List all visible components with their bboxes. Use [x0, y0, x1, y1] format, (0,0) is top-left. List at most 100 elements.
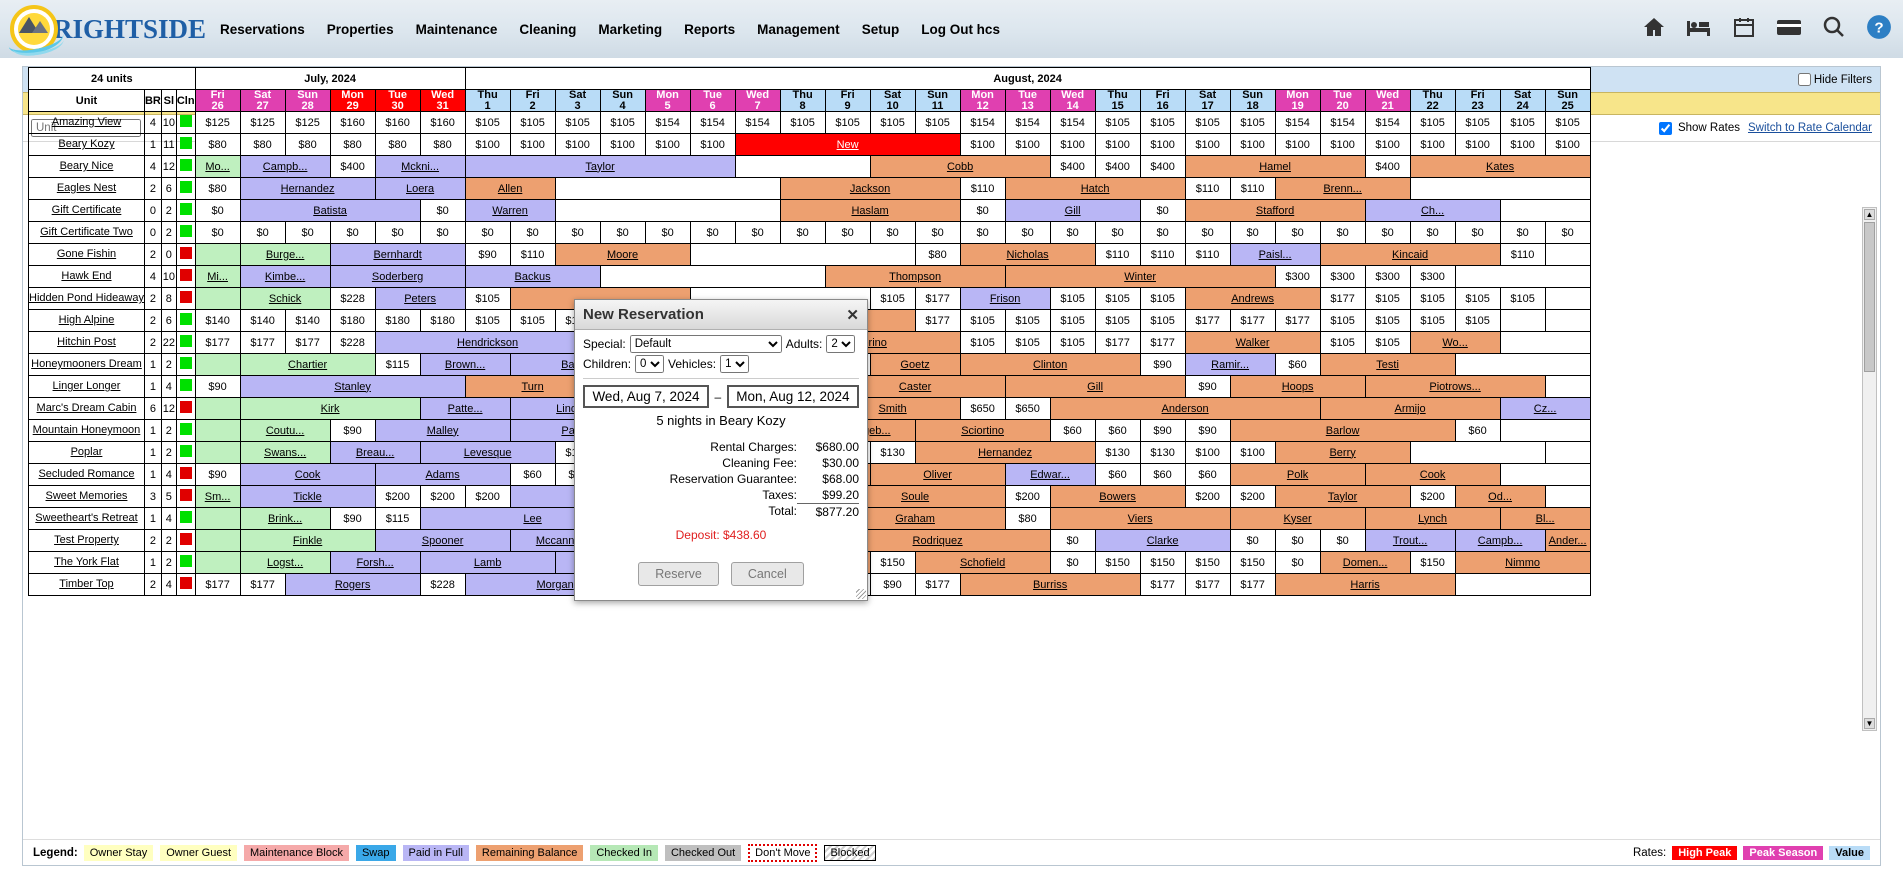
rate-cell[interactable]: $150: [1409, 551, 1456, 574]
rate-cell[interactable]: $0: [1274, 551, 1321, 574]
rate-cell[interactable]: $0: [1364, 221, 1411, 244]
unit-link[interactable]: The York Flat: [54, 556, 119, 568]
rate-cell[interactable]: $0: [779, 221, 826, 244]
rate-cell[interactable]: $0: [1049, 221, 1096, 244]
rate-cell[interactable]: $80: [419, 133, 466, 156]
day-header[interactable]: Wed 7: [734, 89, 781, 112]
rate-cell[interactable]: $0: [464, 221, 511, 244]
day-header[interactable]: Thu 22: [1409, 89, 1456, 112]
rate-cell[interactable]: $130: [1094, 441, 1141, 464]
rate-cell[interactable]: $0: [1319, 529, 1366, 552]
rate-cell[interactable]: $154: [644, 111, 691, 134]
rate-cell[interactable]: $0: [1454, 221, 1501, 244]
calendar-cell[interactable]: [1544, 441, 1591, 464]
rate-cell[interactable]: $130: [1139, 441, 1186, 464]
booking-block[interactable]: Cz...: [1499, 397, 1591, 420]
rate-cell[interactable]: $0: [599, 221, 646, 244]
calendar-cell[interactable]: [689, 243, 916, 266]
rate-cell[interactable]: $0: [419, 199, 466, 222]
day-header[interactable]: Thu 15: [1094, 89, 1141, 112]
rate-cell[interactable]: $300: [1409, 265, 1456, 288]
nav-item-setup[interactable]: Setup: [862, 22, 900, 37]
special-select[interactable]: Default: [629, 335, 782, 353]
rate-cell[interactable]: $154: [1364, 111, 1411, 134]
clean-cell[interactable]: [175, 463, 196, 486]
rate-cell[interactable]: $177: [239, 331, 286, 354]
calendar-cell[interactable]: [554, 199, 781, 222]
clean-cell[interactable]: [175, 529, 196, 552]
new-reservation-dialog[interactable]: New Reservation ✕ Special: Default Adult…: [574, 299, 868, 601]
rate-cell[interactable]: $90: [869, 573, 916, 596]
booking-block[interactable]: Spooner: [374, 529, 511, 552]
rate-cell[interactable]: $200: [1004, 485, 1051, 508]
rate-cell[interactable]: $0: [1094, 221, 1141, 244]
rate-cell[interactable]: $80: [194, 133, 241, 156]
clean-cell[interactable]: [175, 331, 196, 354]
rate-cell[interactable]: $105: [1049, 331, 1096, 354]
booking-block[interactable]: Breau...: [329, 441, 421, 464]
day-header[interactable]: Fri 9: [824, 89, 871, 112]
booking-block[interactable]: Gill: [1004, 375, 1186, 398]
booking-block[interactable]: Barlow: [1229, 419, 1456, 442]
rate-cell[interactable]: $105: [1319, 331, 1366, 354]
unit-link[interactable]: Hitchin Post: [57, 336, 116, 348]
rate-cell[interactable]: $228: [329, 331, 376, 354]
booking-block[interactable]: Paisl...: [1229, 243, 1321, 266]
rate-cell[interactable]: $90: [1184, 375, 1231, 398]
rate-cell[interactable]: $200: [1184, 485, 1231, 508]
unit-cell[interactable]: Secluded Romance: [28, 463, 145, 486]
booking-block[interactable]: Edwar...: [1004, 463, 1096, 486]
booking-block[interactable]: Clinton: [959, 353, 1141, 376]
clean-cell[interactable]: [175, 375, 196, 398]
unit-link[interactable]: Hawk End: [61, 270, 111, 282]
day-header[interactable]: Sat 3: [554, 89, 601, 112]
booking-block[interactable]: Trout...: [1364, 529, 1456, 552]
nav-item-marketing[interactable]: Marketing: [598, 22, 662, 37]
rate-cell[interactable]: $80: [374, 133, 421, 156]
rate-cell[interactable]: $100: [1139, 133, 1186, 156]
rate-cell[interactable]: $0: [329, 221, 376, 244]
rate-cell[interactable]: $177: [914, 287, 961, 310]
rate-cell[interactable]: $130: [869, 441, 916, 464]
calendar-scroll-area[interactable]: 24 units July, 2024 August, 2024 Unit BR Sl Cl…: [28, 67, 1875, 727]
unit-link[interactable]: Amazing View: [52, 116, 122, 128]
rate-cell[interactable]: $177: [194, 573, 241, 596]
booking-block[interactable]: Hamel: [1184, 155, 1366, 178]
rate-cell[interactable]: $110: [1499, 243, 1546, 266]
rate-cell[interactable]: $177: [1139, 573, 1186, 596]
booking-block[interactable]: Campb...: [1454, 529, 1546, 552]
booking-block[interactable]: Frison: [959, 287, 1051, 310]
day-header[interactable]: Fri 26: [194, 89, 241, 112]
rate-cell[interactable]: $115: [374, 507, 421, 530]
bed-icon[interactable]: [1685, 15, 1713, 39]
day-header[interactable]: Sun 28: [284, 89, 331, 112]
rate-cell[interactable]: $177: [1274, 309, 1321, 332]
calendar-cell[interactable]: [1499, 199, 1591, 222]
rate-cell[interactable]: $154: [689, 111, 736, 134]
rate-cell[interactable]: $100: [689, 133, 736, 156]
rate-cell[interactable]: $154: [1319, 111, 1366, 134]
rate-cell[interactable]: $90: [329, 419, 376, 442]
rate-cell[interactable]: $140: [239, 309, 286, 332]
unit-cell[interactable]: Beary Kozy: [28, 133, 145, 156]
calendar-cell[interactable]: [194, 243, 241, 266]
rate-cell[interactable]: $105: [1139, 111, 1186, 134]
rate-cell[interactable]: $100: [1004, 133, 1051, 156]
booking-block[interactable]: Hernandez: [914, 441, 1096, 464]
unit-link[interactable]: Gift Certificate: [52, 204, 122, 216]
booking-block[interactable]: Hendrickson: [374, 331, 601, 354]
day-header[interactable]: Sat 17: [1184, 89, 1231, 112]
unit-link[interactable]: Sweetheart's Retreat: [35, 512, 137, 524]
booking-block[interactable]: Bl...: [1499, 507, 1591, 530]
rate-cell[interactable]: $90: [464, 243, 511, 266]
rate-cell[interactable]: $0: [1409, 221, 1456, 244]
calendar-cell[interactable]: [1544, 243, 1591, 266]
rate-cell[interactable]: $90: [329, 507, 376, 530]
booking-block[interactable]: Rogers: [284, 573, 421, 596]
calendar-cell[interactable]: [194, 419, 241, 442]
calendar-cell[interactable]: [1454, 573, 1591, 596]
booking-block[interactable]: Testi: [1319, 353, 1456, 376]
rate-cell[interactable]: $105: [869, 287, 916, 310]
booking-block[interactable]: Adams: [374, 463, 511, 486]
rate-cell[interactable]: $105: [464, 111, 511, 134]
